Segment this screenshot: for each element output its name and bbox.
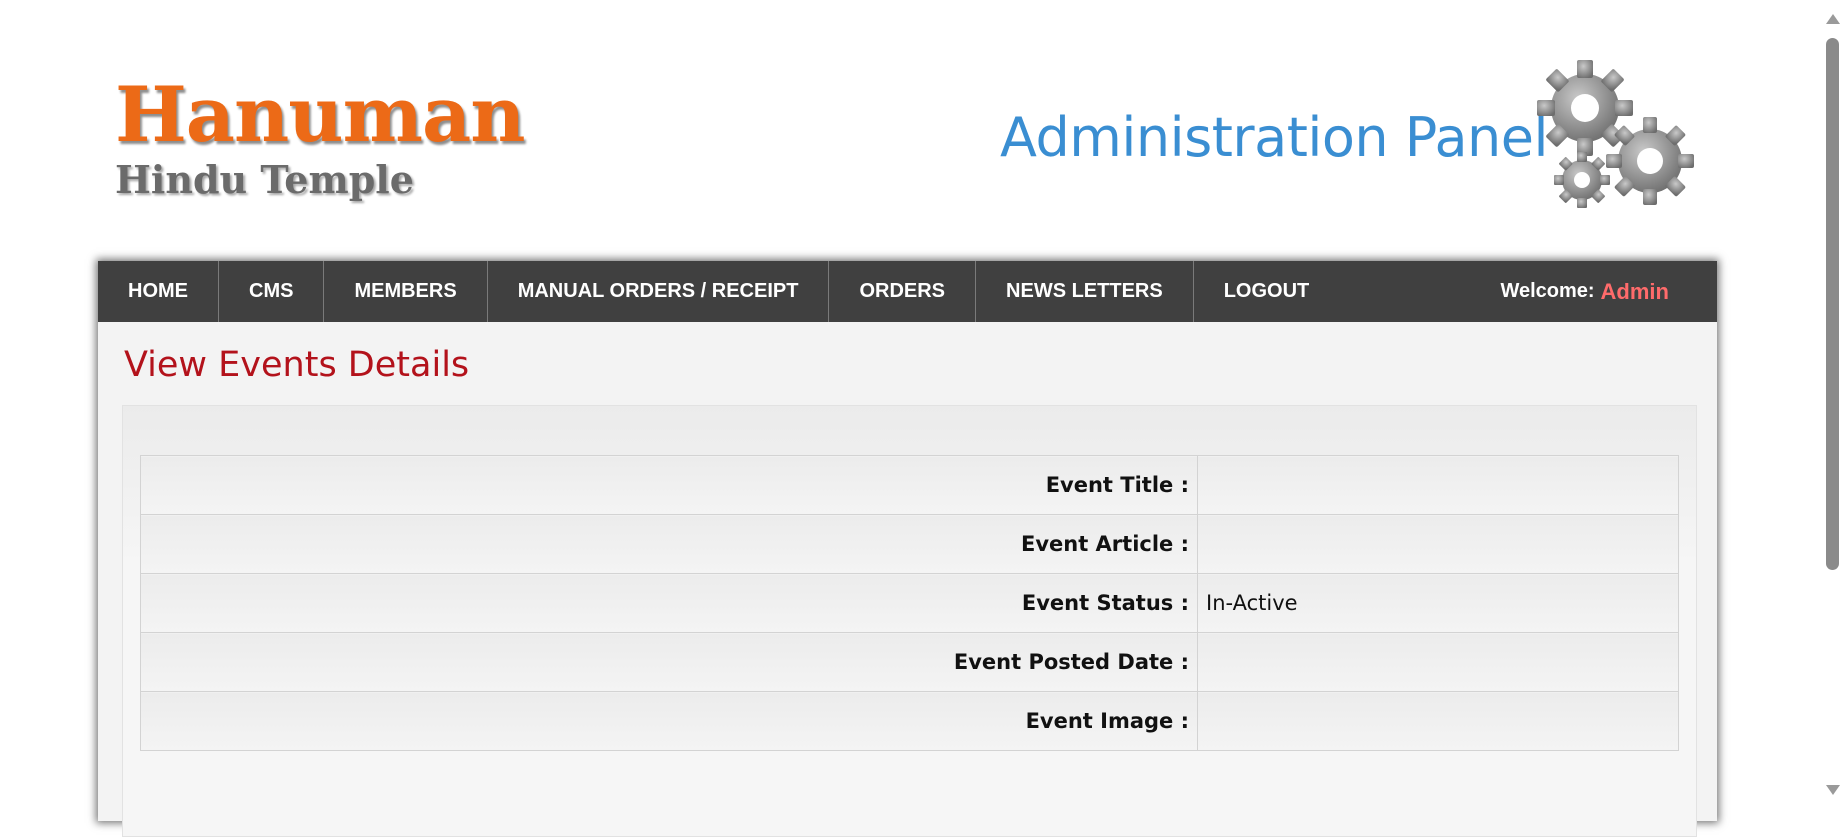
event-article-value bbox=[1197, 514, 1679, 574]
nav-news-letters[interactable]: NEWS LETTERS bbox=[976, 261, 1194, 322]
table-row: Event Status : In-Active bbox=[140, 573, 1679, 633]
event-article-label: Event Article : bbox=[140, 514, 1198, 574]
table-row: Event Article : bbox=[140, 514, 1679, 574]
details-panel: Event Title : Event Article : Event Stat… bbox=[122, 405, 1697, 837]
scroll-down-arrow-icon[interactable] bbox=[1826, 785, 1840, 795]
welcome-label: Welcome: bbox=[1500, 280, 1595, 302]
event-title-label: Event Title : bbox=[140, 455, 1198, 515]
nav-members[interactable]: MEMBERS bbox=[324, 261, 488, 322]
table-row: Event Posted Date : bbox=[140, 632, 1679, 692]
event-title-value bbox=[1197, 455, 1679, 515]
nav-manual-orders-receipt[interactable]: MANUAL ORDERS / RECEIPT bbox=[488, 261, 830, 322]
event-status-label: Event Status : bbox=[140, 573, 1198, 633]
scrollbar-thumb[interactable] bbox=[1826, 38, 1839, 570]
event-image-label: Event Image : bbox=[140, 691, 1198, 751]
event-status-value: In-Active bbox=[1197, 573, 1679, 633]
event-details-table: Event Title : Event Article : Event Stat… bbox=[140, 455, 1679, 751]
nav-cms[interactable]: CMS bbox=[219, 261, 325, 322]
nav-orders[interactable]: ORDERS bbox=[829, 261, 977, 322]
gears-icon bbox=[1520, 58, 1700, 222]
logo-subtitle: Hindu Temple bbox=[115, 157, 414, 202]
event-posted-date-label: Event Posted Date : bbox=[140, 632, 1198, 692]
temple-logo[interactable]: Hanuman Hindu Temple bbox=[115, 70, 525, 203]
welcome-text: Welcome: Admin bbox=[1500, 261, 1669, 322]
nav-logout[interactable]: LOGOUT bbox=[1194, 261, 1340, 322]
main-nav: HOME CMS MEMBERS MANUAL ORDERS / RECEIPT… bbox=[98, 261, 1717, 322]
page-title: View Events Details bbox=[124, 345, 470, 385]
table-row: Event Image : bbox=[140, 691, 1679, 751]
table-row: Event Title : bbox=[140, 455, 1679, 515]
event-posted-date-value bbox=[1197, 632, 1679, 692]
logo-title: Hanuman bbox=[115, 70, 525, 159]
event-image-value bbox=[1197, 691, 1679, 751]
welcome-user: Admin bbox=[1600, 278, 1669, 304]
main-frame: HOME CMS MEMBERS MANUAL ORDERS / RECEIPT… bbox=[98, 261, 1717, 837]
scroll-up-arrow-icon[interactable] bbox=[1826, 14, 1840, 24]
vertical-scrollbar[interactable] bbox=[1822, 0, 1842, 809]
admin-panel-title: Administration Panel bbox=[1000, 106, 1548, 169]
nav-home[interactable]: HOME bbox=[98, 261, 219, 322]
